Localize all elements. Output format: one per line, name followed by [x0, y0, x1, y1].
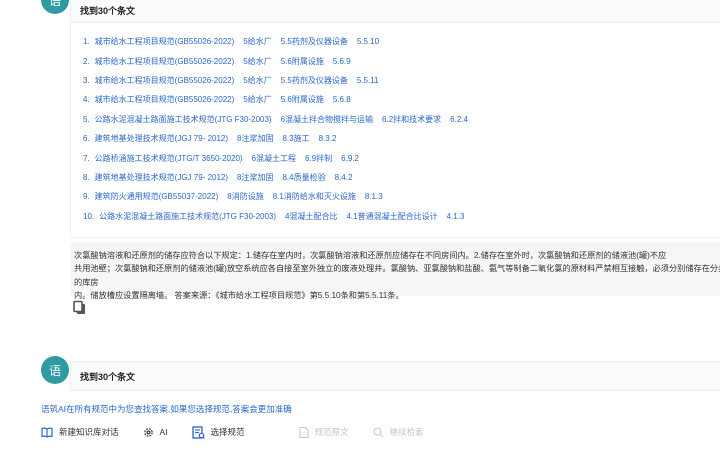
result-item-n: 2. [83, 56, 90, 66]
result-item-n: 4. [83, 95, 90, 105]
result-item-sec: 5.5药剂及仪器设备 [280, 75, 348, 85]
answer-text: 次氯酸钠溶液和还原剂的储存应符合以下规定：1.储存在室内时，次氯酸钠溶液和还原剂… [70, 242, 720, 300]
select-spec-button[interactable]: 选择规范 [191, 425, 245, 439]
result-item-sec: 5.6附属设施 [280, 56, 324, 66]
document-icon [299, 426, 309, 438]
result-item-std: 公路水泥混凝土路面施工技术规范(JTG F30-2003) [94, 114, 272, 124]
result-item-n: 8. [83, 172, 90, 182]
result-item-std: 城市给水工程项目规范(GB55026-2022) [94, 95, 235, 105]
result-item-ch: 8注浆加固 [237, 134, 274, 144]
result-item-std: 公路桥涵施工技术规范(JTG/T 3650-2020) [94, 153, 243, 163]
result-item-ch: 5给水厂 [243, 56, 272, 66]
result-item-sec: 5.6附属设施 [280, 95, 324, 105]
result-item-clause: 5.5.11 [356, 75, 379, 85]
result-item-sec: 4.1普通混凝土配合比设计 [346, 211, 438, 221]
result-item-sec: 6.2拌和技术要求 [382, 114, 442, 124]
result-item-sec: 8.1消防给水和灭火设施 [272, 192, 356, 202]
result-item-clause: 8.4.2 [334, 172, 353, 182]
book-icon [41, 427, 53, 438]
result-item-std: 城市给水工程项目规范(GB55026-2022) [94, 75, 235, 85]
result-item[interactable]: 8. 建筑地基处理技术规范(JGJ 79- 2012) 8注浆加固 8.4质量检验 8.… [83, 168, 720, 187]
result-item-sec: 5.5药剂及仪器设备 [280, 37, 348, 47]
continue-search-label: 继续检索 [389, 427, 424, 437]
assistant-avatar: 语 [41, 356, 69, 384]
result-item-clause: 5.6.8 [332, 95, 351, 105]
result-list: 1. 城市给水工程项目规范(GB55026-2022) 5给水厂 5.5药剂及仪器设备… [71, 23, 720, 226]
result-item-clause: 8.1.3 [364, 192, 383, 202]
result-item-ch: 5给水厂 [243, 75, 272, 85]
assistant-avatar: 语 [41, 0, 69, 14]
result-item-sec: 8.3施工 [282, 134, 310, 144]
result-item-ch: 5给水厂 [243, 95, 272, 105]
result-item-clause: 5.6.9 [332, 56, 351, 66]
result-item-sec: 6.9拌制 [305, 153, 333, 163]
hint-text: 语筑AI在所有规范中为您查找答案,如果您选择规范,答案会更加准确 [41, 404, 292, 414]
copy-icon[interactable] [72, 300, 88, 316]
select-spec-icon [191, 425, 205, 439]
answer-line: 内。储放槽应设置隔离墙。 答案来源：《城市给水工程项目规范》第5.5.10条和第… [74, 291, 404, 301]
result-item-clause: 6.2.4 [450, 114, 468, 124]
result-count-title: 找到30个条文 [71, 362, 720, 390]
new-knowledge-chat-label: 新建知识库对话 [59, 427, 119, 437]
result-item[interactable]: 4. 城市给水工程项目规范(GB55026-2022) 5给水厂 5.6附属设施 5.6… [83, 90, 720, 109]
result-item-ch: 6混凝土拌合物搅拌与运输 [280, 114, 374, 124]
result-item-std: 公路水泥混凝土路面施工技术规范(JTG F30-2003) [99, 211, 277, 221]
result-item-clause: 5.5.10 [356, 37, 380, 47]
result-item-clause: 6.9.2 [341, 153, 359, 163]
result-item[interactable]: 5. 公路水泥混凝土路面施工技术规范(JTG F30-2003) 6混凝土拌合物搅拌… [83, 110, 720, 129]
result-item-n: 1. [83, 37, 90, 47]
result-item-sec: 8.4质量检验 [282, 172, 326, 182]
result-item-n: 7. [83, 153, 90, 163]
result-item[interactable]: 1. 城市给水工程项目规范(GB55026-2022) 5给水厂 5.5药剂及仪器设备… [83, 32, 720, 51]
result-item[interactable]: 6. 建筑地基处理技术规范(JGJ 79- 2012) 8注浆加固 8.3施工 8.3.… [83, 129, 720, 148]
result-item-std: 建筑防火通用规范(GB55037-2022) [94, 192, 219, 202]
result-card-1: 找到30个条文 1. 城市给水工程项目规范(GB55026-2022) 5给水厂 5.… [70, 0, 720, 238]
result-item[interactable]: 3. 城市给水工程项目规范(GB55026-2022) 5给水厂 5.5药剂及仪器设备… [83, 71, 720, 90]
continue-search-button[interactable]: 继续检索 [373, 426, 424, 438]
search-icon [373, 426, 383, 437]
spec-original-label: 规范原文 [314, 427, 349, 437]
ai-label: AI [159, 427, 168, 437]
result-item-std: 城市给水工程项目规范(GB55026-2022) [94, 37, 235, 47]
gear-icon [143, 427, 153, 437]
result-item-n: 9. [83, 192, 90, 202]
result-item[interactable]: 7. 公路桥涵施工技术规范(JTG/T 3650-2020) 6混凝土工程 6.9拌制… [83, 148, 720, 167]
answer-line: 共用池壁；次氯酸钠和还原剂的储液池(罐)放空系统应各自接至室外独立的废液处理井。… [74, 264, 720, 287]
result-item-clause: 4.1.3 [446, 211, 465, 221]
spec-original-button[interactable]: 规范原文 [299, 426, 349, 438]
result-item-n: 3. [83, 75, 90, 85]
ai-button[interactable]: AI [143, 427, 168, 438]
result-item[interactable]: 9. 建筑防火通用规范(GB55037-2022) 8消防设施 8.1消防给水和灭火设… [83, 187, 720, 206]
result-item-ch: 4混凝土配合比 [285, 211, 338, 221]
bottom-toolbar: 新建知识库对话 AI 选择规范 规范原文 继续检索 [41, 424, 448, 440]
result-item-std: 城市给水工程项目规范(GB55026-2022) [94, 56, 235, 66]
result-item-std: 建筑地基处理技术规范(JGJ 79- 2012) [94, 134, 229, 144]
result-item-n: 5. [83, 114, 90, 124]
result-item-ch: 5给水厂 [243, 37, 272, 47]
result-item-n: 10. [83, 211, 95, 221]
result-item-n: 6. [83, 134, 90, 144]
result-item[interactable]: 10. 公路水泥混凝土路面施工技术规范(JTG F30-2003) 4混凝土配合比 4… [83, 207, 720, 226]
result-card-2: 找到30个条文 [70, 361, 720, 391]
result-item-clause: 8.3.2 [318, 134, 337, 144]
new-knowledge-chat-button[interactable]: 新建知识库对话 [41, 426, 119, 438]
result-item-std: 建筑地基处理技术规范(JGJ 79- 2012) [94, 172, 229, 182]
result-item[interactable]: 2. 城市给水工程项目规范(GB55026-2022) 5给水厂 5.6附属设施 5.6… [83, 51, 720, 70]
result-item-ch: 8消防设施 [227, 192, 264, 202]
answer-line: 次氯酸钠溶液和还原剂的储存应符合以下规定：1.储存在室内时，次氯酸钠溶液和还原剂… [74, 251, 667, 260]
result-item-ch: 6混凝土工程 [251, 153, 297, 163]
select-spec-label: 选择规范 [210, 427, 245, 437]
result-count-title: 找到30个条文 [71, 0, 720, 23]
result-item-ch: 8注浆加固 [237, 172, 274, 182]
